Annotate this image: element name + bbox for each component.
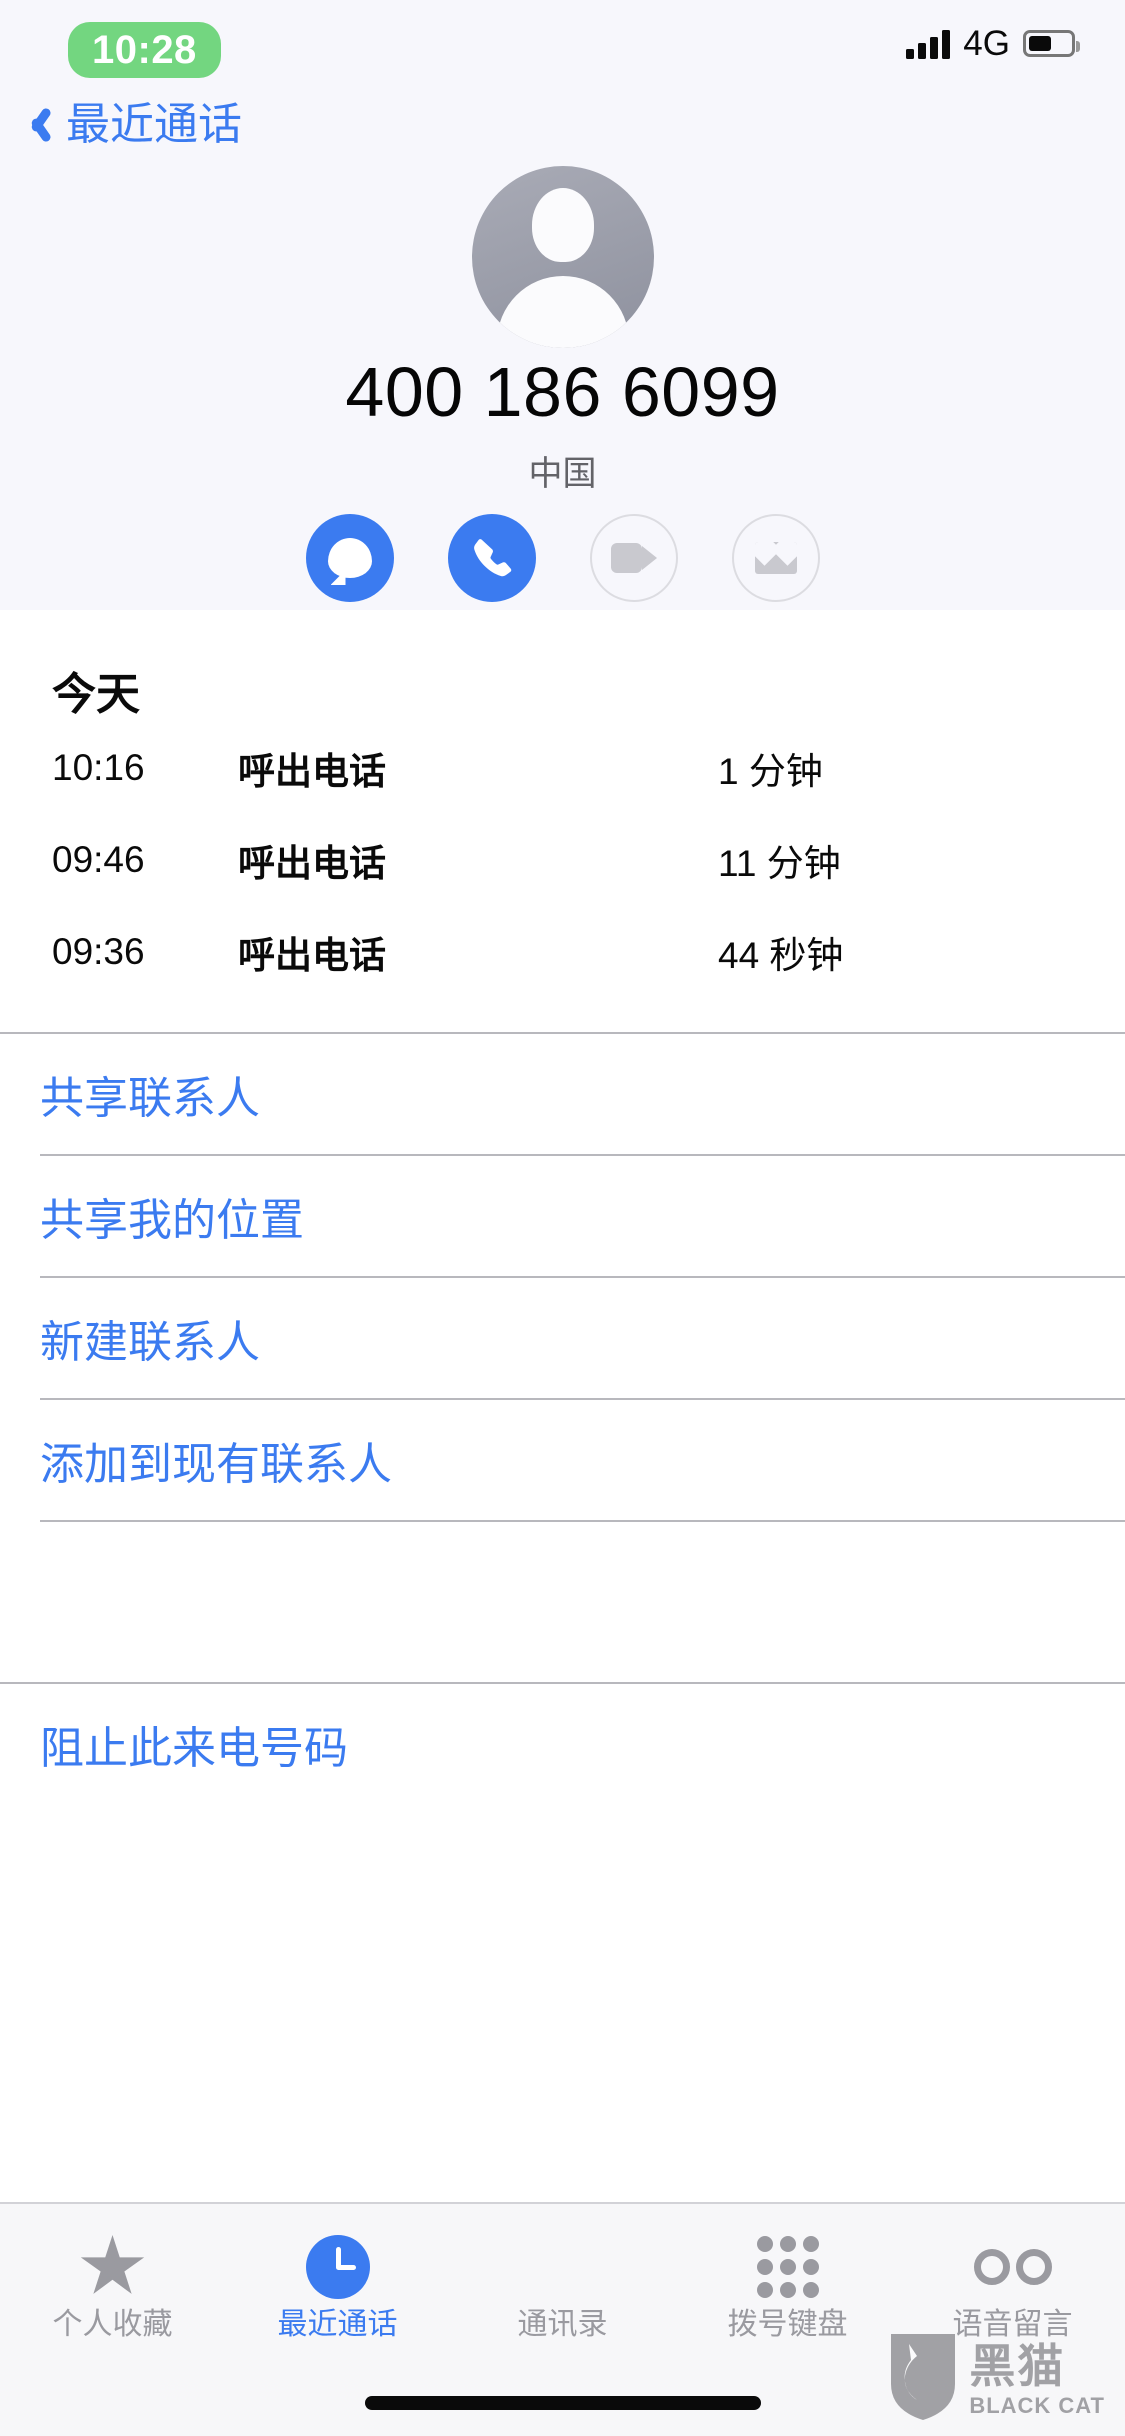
table-row: 09:46 呼出电话 11 分钟 (0, 814, 1125, 906)
chevron-left-icon (26, 102, 52, 148)
star-icon (0, 2230, 225, 2304)
status-bar-time-pill: 10:28 (68, 22, 221, 78)
person-placeholder-avatar (471, 166, 654, 348)
call-time: 09:46 (52, 839, 145, 880)
envelope-icon-circle (731, 514, 820, 602)
call-time: 10:16 (52, 747, 145, 788)
phone-handset-icon (469, 535, 515, 581)
call-duration: 1 分钟 (718, 751, 823, 792)
tab-keypad-label: 拨号键盘 (727, 2308, 848, 2341)
phone-call-details-screen: 10:28 4G 最近通话 400 186 6099 中国 今天 10:16 呼… (0, 0, 1125, 2436)
status-bar: 10:28 4G (0, 0, 1125, 96)
people-icon (450, 2230, 675, 2304)
home-indicator (364, 2396, 761, 2410)
call-history-date-header: 今天 (52, 670, 140, 719)
message-bubble-icon (327, 538, 372, 578)
battery-icon (1023, 30, 1080, 57)
call-time: 09:36 (52, 931, 145, 972)
voicemail-icon (900, 2230, 1125, 2304)
keypad-icon (675, 2230, 900, 2304)
contact-phone-number: 400 186 6099 (345, 353, 780, 431)
tab-contacts[interactable]: 通讯录 (450, 2230, 675, 2340)
tab-contacts-label: 通讯录 (517, 2308, 608, 2341)
call-duration: 11 分钟 (718, 843, 841, 884)
add-to-existing-contact-button[interactable]: 添加到现有联系人 (0, 1400, 1125, 1520)
tab-favorites[interactable]: 个人收藏 (0, 2230, 225, 2340)
contact-region-label: 中国 (528, 455, 597, 493)
share-my-location-button[interactable]: 共享我的位置 (0, 1156, 1125, 1276)
message-bubble-icon-circle (305, 514, 394, 602)
video-camera-icon-circle (589, 514, 678, 602)
tab-favorites-label: 个人收藏 (52, 2308, 173, 2341)
avatar-container (0, 166, 1125, 353)
block-caller-button[interactable]: 阻止此来电号码 (0, 1684, 1125, 1804)
tab-bar: 个人收藏 最近通话 通讯录 拨号键盘 语音留言 (0, 2202, 1125, 2436)
create-new-contact-button[interactable]: 新建联系人 (0, 1278, 1125, 1398)
call-type: 呼出电话 (238, 751, 386, 792)
tab-voicemail[interactable]: 语音留言 (900, 2230, 1125, 2340)
tab-keypad[interactable]: 拨号键盘 (675, 2230, 900, 2340)
table-row: 09:36 呼出电话 44 秒钟 (0, 906, 1125, 998)
share-contact-button[interactable]: 共享联系人 (0, 1034, 1125, 1154)
signal-bars-icon (906, 29, 951, 59)
back-button-label: 最近通话 (66, 100, 242, 149)
status-bar-indicators: 4G (906, 24, 1080, 63)
phone-handset-icon-circle (447, 514, 536, 602)
call-type: 呼出电话 (238, 935, 386, 976)
clock-icon (225, 2230, 450, 2304)
list-gap (0, 1522, 1125, 1682)
envelope-icon (754, 542, 797, 574)
network-type-label: 4G (963, 24, 1010, 63)
contact-header: 最近通话 400 186 6099 中国 信息 呼 (0, 96, 1125, 648)
call-type: 呼出电话 (238, 843, 386, 884)
tab-recents-label: 最近通话 (277, 2308, 398, 2341)
call-duration: 44 秒钟 (718, 935, 844, 976)
video-camera-icon (610, 543, 657, 573)
table-row: 10:16 呼出电话 1 分钟 (0, 722, 1125, 814)
tab-recents[interactable]: 最近通话 (225, 2230, 450, 2340)
call-history-section: 今天 10:16 呼出电话 1 分钟 09:46 呼出电话 11 分钟 09:3… (0, 610, 1125, 1804)
back-button[interactable]: 最近通话 (26, 102, 242, 148)
tab-voicemail-label: 语音留言 (952, 2308, 1073, 2341)
